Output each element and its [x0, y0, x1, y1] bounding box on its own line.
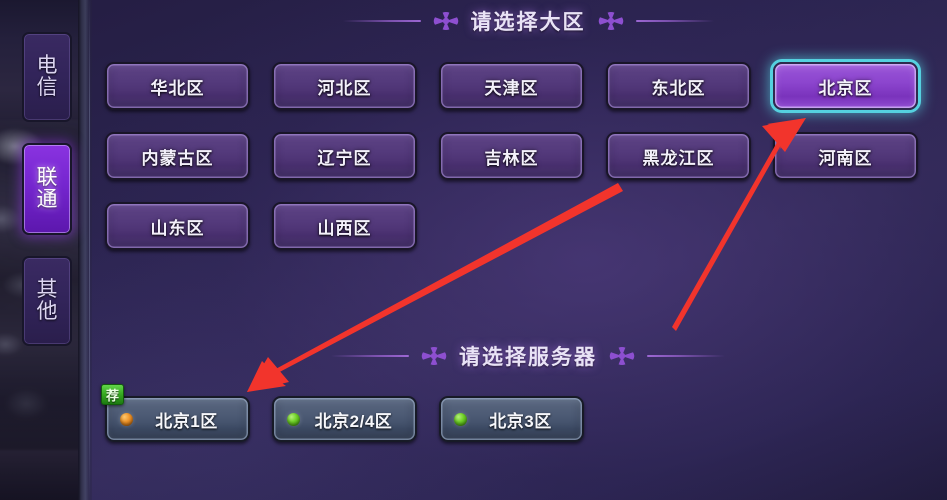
server-button-row: 荐 北京1区 北京2/4区 北京3区 [101, 384, 584, 442]
region-button-label: 河北区 [317, 78, 372, 98]
region-button-label: 辽宁区 [317, 148, 372, 168]
region-button-neimenggu[interactable]: 内蒙古区 [105, 132, 250, 180]
panel-divider [78, 0, 92, 500]
region-button-tianjin[interactable]: 天津区 [439, 62, 584, 110]
header-rule-right [635, 20, 714, 22]
header-rule-right [647, 355, 725, 357]
server-status-dot-icon [287, 412, 300, 426]
recommended-badge: 荐 [101, 384, 124, 405]
region-button-label: 河南区 [818, 148, 873, 168]
region-button-label: 山西区 [317, 218, 372, 238]
region-button-label: 黑龙江区 [642, 148, 715, 168]
region-button-label: 山东区 [150, 218, 205, 238]
server-button-label: 北京1区 [155, 411, 218, 431]
region-button-label: 天津区 [484, 78, 539, 98]
region-button-shanxi[interactable]: 山西区 [272, 202, 417, 250]
server-section-title: 请选择服务器 [459, 346, 597, 369]
region-button-dongbei[interactable]: 东北区 [606, 62, 751, 110]
region-button-hebei[interactable]: 河北区 [272, 62, 417, 110]
server-button-label: 北京2/4区 [314, 411, 393, 431]
server-status-dot-icon [454, 412, 467, 426]
server-status-dot-icon [120, 412, 133, 426]
region-button-heilongjiang[interactable]: 黑龙江区 [606, 132, 751, 180]
isp-tab-unicom-char-1: 联 [36, 166, 58, 190]
game-server-select-screen: 电 信 联 通 其 他 请选择大区 华北区 河北区 天津区 东北区 北京区 内蒙… [0, 0, 947, 500]
isp-tab-telecom[interactable]: 电 信 [22, 32, 72, 122]
flourish-ornament-icon-left [420, 347, 448, 365]
header-rule-left [342, 20, 421, 22]
region-button-beijing[interactable]: 北京区 [773, 62, 918, 110]
region-button-henan[interactable]: 河南区 [773, 132, 918, 180]
isp-tab-telecom-char-2: 信 [36, 76, 58, 99]
flourish-ornament-icon-left [432, 12, 460, 30]
server-button-label: 北京3区 [489, 411, 552, 431]
isp-tab-unicom[interactable]: 联 通 [22, 143, 72, 235]
region-section-header: 请选择大区 [318, 4, 738, 38]
isp-tab-other-char-2: 他 [36, 300, 58, 323]
region-button-jilin[interactable]: 吉林区 [439, 132, 584, 180]
flourish-ornament-icon-right [608, 347, 636, 365]
server-button-beijing-1[interactable]: 荐 北京1区 [101, 384, 250, 442]
region-button-shandong[interactable]: 山东区 [105, 202, 250, 250]
server-button-beijing-3[interactable]: 北京3区 [439, 396, 584, 442]
region-button-liaoning[interactable]: 辽宁区 [272, 132, 417, 180]
region-button-grid: 华北区 河北区 天津区 东北区 北京区 内蒙古区 辽宁区 吉林区 黑龙江区 河南… [105, 62, 925, 250]
region-button-label: 华北区 [150, 78, 205, 98]
header-rule-left [331, 355, 409, 357]
region-button-label: 内蒙古区 [141, 148, 214, 168]
flourish-ornament-icon-right [597, 12, 625, 30]
isp-tab-other-char-1: 其 [36, 278, 58, 302]
isp-tab-telecom-char-1: 电 [36, 54, 58, 78]
server-button-beijing-2-4[interactable]: 北京2/4区 [272, 396, 417, 442]
region-button-label: 吉林区 [484, 148, 539, 168]
isp-tab-rail: 电 信 联 通 其 他 [22, 18, 72, 488]
isp-tab-unicom-char-2: 通 [36, 188, 58, 211]
isp-tab-other[interactable]: 其 他 [22, 256, 72, 346]
region-button-label: 北京区 [818, 78, 873, 98]
server-section-header: 请选择服务器 [318, 339, 738, 373]
region-button-huabei[interactable]: 华北区 [105, 62, 250, 110]
region-button-label: 东北区 [651, 78, 706, 98]
region-section-title: 请选择大区 [470, 11, 586, 34]
